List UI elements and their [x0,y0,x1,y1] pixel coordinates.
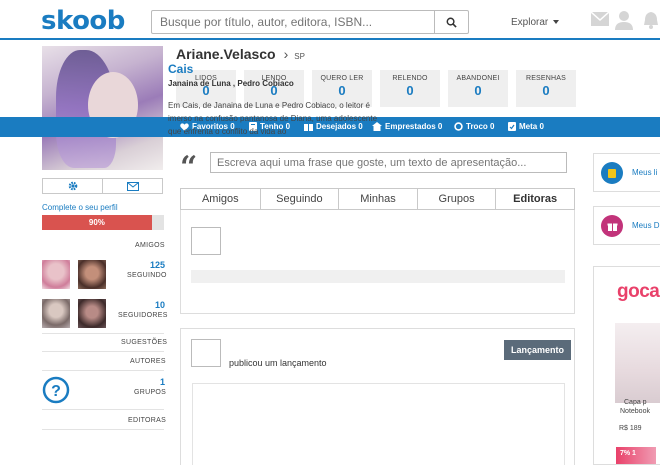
explore-menu[interactable]: Explorar [511,17,560,28]
book-title[interactable]: Cais [168,62,193,76]
feed-tabs: Amigos Seguindo Minhas Grupos Editoras [180,188,575,210]
book-authors[interactable]: Janaina de Luna , Pedro Cobiaco [168,79,294,88]
books-icon [601,162,623,184]
ad-product-line: Capa p [624,399,647,406]
followers-label[interactable]: SEGUIDORES [118,312,168,319]
search-button[interactable] [434,11,468,33]
quote-icon: “ [180,150,198,185]
friends-heading[interactable]: AMIGOS [135,242,165,249]
release-tag[interactable]: Lançamento [504,340,571,360]
progress-fill: 90% [42,215,152,230]
published-text: publicou um lançamento [229,358,327,368]
shelf-emprestados[interactable]: Emprestados 0 [372,122,442,131]
tab-amigos[interactable]: Amigos [181,189,260,209]
feed-card: publicou um lançamento Lançamento [180,328,575,465]
caret-down-icon [553,20,560,25]
publishers-heading[interactable]: EDITORAS [128,417,166,424]
chevron-right-icon: › [283,46,289,62]
question-icon[interactable]: ? [42,376,70,404]
profile-avatar[interactable] [42,46,163,170]
book-preview [192,383,565,465]
follower-avatar[interactable] [78,299,106,328]
search-box [151,10,469,34]
profile-action-buttons [42,178,163,194]
gear-icon [68,181,77,191]
phrase-input[interactable] [210,152,567,173]
settings-button[interactable] [43,179,102,193]
stat-abandonei[interactable]: ABANDONEI 0 [448,70,508,107]
publisher-avatar[interactable] [191,339,221,367]
groups-count[interactable]: 1 [160,377,165,387]
shelf-troco[interactable]: Troco 0 [454,122,494,131]
exchange-icon [454,122,463,131]
shelf-meta[interactable]: Meta 0 [508,122,544,131]
profile-progress-bar: 90% [42,215,164,230]
search-input[interactable] [152,11,434,33]
advertisement[interactable]: goca Capa p Notebook R$ 189 7% 1 [593,266,660,465]
tab-editoras[interactable]: Editoras [495,189,574,209]
ad-brand: goca [617,281,660,302]
feed-card-placeholder [180,210,575,314]
mail-icon[interactable] [591,12,609,26]
placeholder-avatar [191,227,221,255]
tab-minhas[interactable]: Minhas [338,189,417,209]
ad-product-type: Notebook [620,408,650,415]
envelope-icon [126,181,139,191]
authors-heading[interactable]: AUTORES [130,358,166,365]
ad-price: R$ 189 [619,425,642,432]
groups-label[interactable]: GRUPOS [134,389,166,396]
complete-profile-link[interactable]: Complete o seu perfil [42,203,118,212]
target-icon [508,122,516,131]
friend-avatar[interactable] [42,260,70,289]
my-wishes-card[interactable]: Meus D [593,206,660,245]
friend-avatar[interactable] [78,260,106,289]
followers-count[interactable]: 10 [155,300,165,310]
book-description: Em Cais, de Janaina de Luna e Pedro Cobi… [168,101,378,136]
top-header: skoob Explorar [0,0,660,40]
svg-text:?: ? [51,383,61,400]
profile-username: Ariane.Velasco › SP [176,46,305,62]
username-text[interactable]: Ariane.Velasco [176,46,276,62]
profile-state: SP [294,52,305,61]
notification-icon[interactable] [642,10,660,30]
skoob-logo[interactable]: skoob [41,6,125,36]
message-button[interactable] [102,179,162,193]
user-icon[interactable] [614,10,634,30]
search-icon [446,17,457,28]
placeholder-line [191,270,565,283]
suggestions-heading[interactable]: SUGESTÕES [121,339,167,346]
gift-icon [601,215,623,237]
my-books-card[interactable]: Meus li [593,153,660,192]
stat-resenhas[interactable]: RESENHAS 0 [516,70,576,107]
ad-discount-badge: 7% 1 [616,447,656,464]
ad-product-image [615,323,660,403]
follower-avatar[interactable] [42,299,70,328]
following-count[interactable]: 125 [150,260,165,270]
tab-seguindo[interactable]: Seguindo [259,189,339,209]
following-label[interactable]: SEGUINDO [127,272,167,279]
tab-grupos[interactable]: Grupos [416,189,496,209]
stat-relendo[interactable]: RELENDO 0 [380,70,440,107]
explore-label: Explorar [511,17,549,28]
